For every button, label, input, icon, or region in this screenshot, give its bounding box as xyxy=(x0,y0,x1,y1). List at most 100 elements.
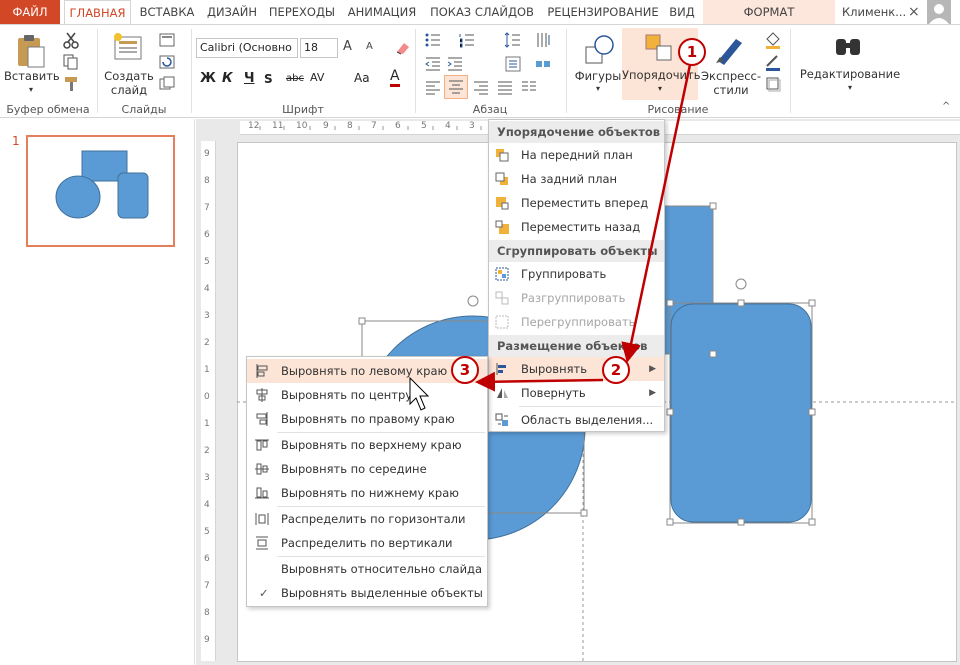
change-case-button[interactable]: Aa xyxy=(354,71,370,85)
bullets-icon[interactable] xyxy=(424,31,442,49)
font-color-button[interactable]: A xyxy=(390,69,400,87)
slide-thumbnail[interactable] xyxy=(26,135,175,247)
cut-icon[interactable] xyxy=(62,31,80,49)
quick-styles-button[interactable] xyxy=(712,33,746,70)
menu-item-label: Переместить вперед xyxy=(521,196,649,210)
chevron-down-icon[interactable]: ▾ xyxy=(844,81,856,95)
menu-item-group[interactable]: Группировать xyxy=(489,262,664,286)
paste-button[interactable] xyxy=(14,33,48,72)
align-center-objects-icon xyxy=(256,388,268,402)
chevron-down-icon[interactable]: ▾ xyxy=(24,83,38,97)
char-spacing-button[interactable]: AV xyxy=(310,71,324,84)
menu-item-align-selected[interactable]: ✓ Выровнять выделенные объекты xyxy=(247,581,487,605)
quick-styles-label[interactable]: Экспресс- xyxy=(700,69,762,83)
reset-icon[interactable] xyxy=(158,53,176,71)
rotate-handle-icon[interactable] xyxy=(467,295,479,307)
menu-item-align-center[interactable]: Выровнять по центру xyxy=(247,383,487,407)
quick-styles-label-2[interactable]: стили xyxy=(700,83,762,97)
tab-transitions[interactable]: ПЕРЕХОДЫ xyxy=(266,0,338,24)
section-icon[interactable] xyxy=(158,75,176,93)
paste-label[interactable]: Вставить xyxy=(4,69,60,83)
align-center-icon xyxy=(449,80,463,94)
menu-header-position: Размещение объектов xyxy=(489,335,664,357)
tab-slideshow[interactable]: ПОКАЗ СЛАЙДОВ xyxy=(426,0,538,24)
editing-button[interactable] xyxy=(832,31,864,66)
shapes-button[interactable] xyxy=(582,33,616,70)
shapes-icon xyxy=(585,35,614,64)
menu-item-send-backward[interactable]: Переместить назад xyxy=(489,215,664,239)
menu-item-rotate[interactable]: Повернуть ▶ xyxy=(489,381,664,405)
user-avatar-icon xyxy=(929,4,949,24)
align-top-objects-icon xyxy=(255,439,269,451)
layout-icon[interactable] xyxy=(158,31,176,49)
smartart-icon[interactable] xyxy=(534,55,552,73)
copy-icon[interactable] xyxy=(62,53,80,71)
shrink-font-button[interactable]: A xyxy=(366,41,373,52)
shape-outline-icon[interactable] xyxy=(764,53,782,71)
italic-button[interactable]: К xyxy=(222,71,233,86)
shape-effects-icon[interactable] xyxy=(764,75,782,93)
menu-item-align-to-slide[interactable]: Выровнять относительно слайда xyxy=(247,557,487,581)
line-spacing-icon[interactable] xyxy=(504,31,522,49)
send-back-icon xyxy=(495,172,508,185)
tab-review[interactable]: РЕЦЕНЗИРОВАНИЕ xyxy=(542,0,664,24)
menu-item-align-bottom[interactable]: Выровнять по нижнему краю xyxy=(247,481,487,505)
menu-item-bring-forward[interactable]: Переместить вперед xyxy=(489,191,664,215)
new-slide-label-2[interactable]: слайд xyxy=(102,83,156,97)
tab-insert[interactable]: ВСТАВКА xyxy=(136,0,198,24)
numbering-icon[interactable] xyxy=(458,31,476,49)
indent-increase-icon[interactable] xyxy=(446,55,464,73)
menu-item-distribute-vertical[interactable]: Распределить по вертикали xyxy=(247,531,487,555)
menu-item-send-back[interactable]: На задний план xyxy=(489,167,664,191)
align-text-icon[interactable] xyxy=(504,55,522,73)
group-label-paragraph: Абзац xyxy=(472,103,508,116)
avatar[interactable] xyxy=(927,0,951,24)
tab-animation[interactable]: АНИМАЦИЯ xyxy=(342,0,422,24)
tab-file[interactable]: ФАЙЛ xyxy=(0,0,60,24)
menu-item-label: Выровнять по центру xyxy=(281,388,413,402)
clear-format-icon[interactable] xyxy=(394,39,412,57)
menu-item-align[interactable]: Выровнять ▶ xyxy=(489,357,664,381)
strikethrough-button[interactable]: abc xyxy=(286,73,304,84)
tab-format[interactable]: ФОРМАТ xyxy=(703,0,835,24)
editing-label[interactable]: Редактирование xyxy=(796,67,904,81)
indent-decrease-icon[interactable] xyxy=(424,55,442,73)
shape-fill-icon[interactable] xyxy=(764,31,782,49)
group-separator xyxy=(790,29,791,113)
align-left-icon[interactable] xyxy=(424,79,442,97)
ribbon: Вставить ▾ Буфер обмена Создать слайд Сл… xyxy=(0,24,960,118)
menu-item-bring-front[interactable]: На передний план xyxy=(489,143,664,167)
shadow-button[interactable]: S xyxy=(264,72,273,86)
tab-design[interactable]: ДИЗАЙН xyxy=(202,0,262,24)
rotate-handle-icon[interactable] xyxy=(735,278,747,290)
columns-icon[interactable] xyxy=(520,79,538,97)
text-direction-icon[interactable] xyxy=(534,31,552,49)
ruler-label: 8 xyxy=(204,176,210,186)
new-slide-button[interactable] xyxy=(112,31,146,68)
clipboard-icon xyxy=(18,35,45,68)
menu-item-selection-pane[interactable]: Область выделения... xyxy=(489,408,664,432)
font-name-select[interactable]: Calibri (Основно xyxy=(196,38,298,58)
tab-home[interactable]: ГЛАВНАЯ xyxy=(64,0,131,25)
new-slide-label[interactable]: Создать xyxy=(102,69,156,83)
menu-item-distribute-horizontal[interactable]: Распределить по горизонтали xyxy=(247,507,487,531)
grow-font-button[interactable]: A xyxy=(343,39,352,54)
chevron-down-icon[interactable]: ▾ xyxy=(592,82,604,96)
menu-item-align-middle[interactable]: Выровнять по середине xyxy=(247,457,487,481)
menu-item-label: Выровнять относительно слайда xyxy=(281,562,483,576)
close-icon[interactable]: × xyxy=(908,0,924,24)
font-size-select[interactable]: 18 xyxy=(300,38,338,58)
underline-button[interactable]: Ч xyxy=(244,71,255,86)
collapse-ribbon-icon[interactable]: ^ xyxy=(942,101,950,112)
bold-button[interactable]: Ж xyxy=(200,71,216,86)
menu-item-align-right[interactable]: Выровнять по правому краю xyxy=(247,407,487,431)
format-painter-icon[interactable] xyxy=(62,75,80,93)
align-center-button[interactable] xyxy=(444,75,468,99)
justify-icon[interactable] xyxy=(496,79,514,97)
rounded-rectangle-shape[interactable] xyxy=(670,303,812,523)
tab-view[interactable]: ВИД xyxy=(666,0,698,24)
align-right-icon[interactable] xyxy=(472,79,490,97)
shapes-label[interactable]: Фигуры xyxy=(572,69,624,83)
menu-item-align-top[interactable]: Выровнять по верхнему краю xyxy=(247,433,487,457)
ruler-label: 5 xyxy=(204,527,210,537)
